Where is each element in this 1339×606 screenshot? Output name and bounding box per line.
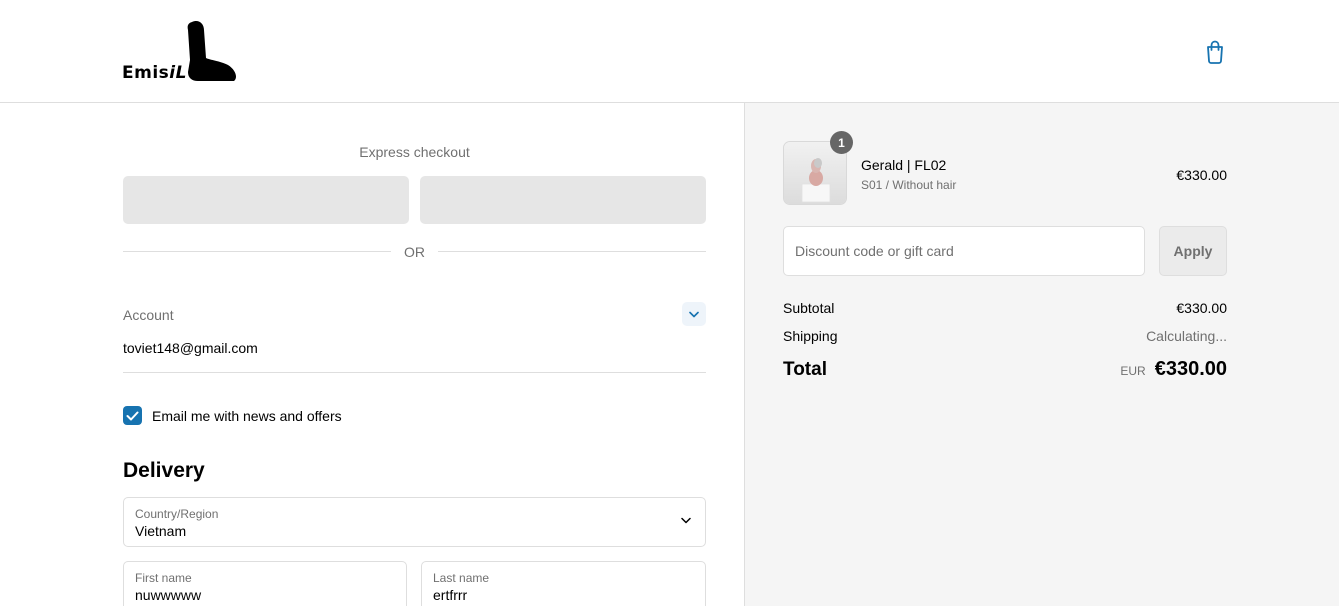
account-toggle-button[interactable] [682, 302, 706, 326]
first-name-field[interactable]: First name nuwwwww [123, 561, 407, 606]
shipping-value: Calculating... [1146, 328, 1227, 344]
brand-logo[interactable]: EmisiL [122, 20, 238, 84]
order-summary: 1 Gerald | FL02 S01 / Without hair €330.… [744, 103, 1339, 606]
logo-figure-icon [187, 20, 236, 81]
subtotal-label: Subtotal [783, 300, 835, 316]
checkout-form: Express checkout OR Account toviet148@gm… [0, 103, 744, 606]
product-thumbnail: 1 [783, 131, 853, 205]
divider [123, 251, 391, 252]
subtotal-row: Subtotal €330.00 [783, 300, 1227, 316]
last-name-value: ertfrrr [433, 587, 468, 603]
divider [123, 372, 706, 373]
shipping-label: Shipping [783, 328, 838, 344]
last-name-label: Last name [433, 571, 490, 585]
chevron-down-icon [689, 311, 699, 317]
newsletter-option: Email me with news and offers [123, 406, 342, 425]
quantity-badge: 1 [830, 131, 853, 154]
express-pay-button-1[interactable] [123, 176, 409, 224]
total-row: Total EUR €330.00 [783, 358, 1227, 381]
account-email: toviet148@gmail.com [123, 340, 258, 356]
last-name-field[interactable]: Last name ertfrrr [421, 561, 706, 606]
total-value: €330.00 [1154, 358, 1227, 380]
apply-discount-button[interactable]: Apply [1159, 226, 1227, 276]
shipping-row: Shipping Calculating... [783, 328, 1227, 344]
chevron-down-icon [681, 517, 691, 524]
product-variant: S01 / Without hair [861, 178, 957, 192]
delivery-heading: Delivery [123, 459, 205, 482]
country-label: Country/Region [135, 507, 219, 521]
first-name-value: nuwwwww [135, 587, 202, 603]
or-separator: OR [404, 244, 425, 260]
express-checkout-title: Express checkout [359, 144, 470, 160]
first-name-label: First name [135, 571, 192, 585]
header: EmisiL [0, 0, 1339, 103]
country-select[interactable]: Country/Region Vietnam [123, 497, 706, 547]
total-amount: EUR €330.00 [1120, 358, 1227, 381]
newsletter-checkbox[interactable] [123, 406, 142, 425]
country-value: Vietnam [135, 523, 187, 539]
account-label: Account [123, 307, 174, 323]
checkmark-icon [126, 411, 139, 420]
currency-code: EUR [1120, 364, 1146, 378]
newsletter-label: Email me with news and offers [152, 407, 342, 424]
product-name: Gerald | FL02 [861, 157, 947, 173]
shopping-bag-icon[interactable] [1204, 40, 1226, 64]
divider [438, 251, 706, 252]
subtotal-value: €330.00 [1176, 300, 1227, 316]
express-pay-button-2[interactable] [420, 176, 706, 224]
discount-code-input[interactable] [783, 226, 1145, 276]
product-price: €330.00 [1176, 167, 1227, 183]
total-label: Total [783, 359, 827, 380]
